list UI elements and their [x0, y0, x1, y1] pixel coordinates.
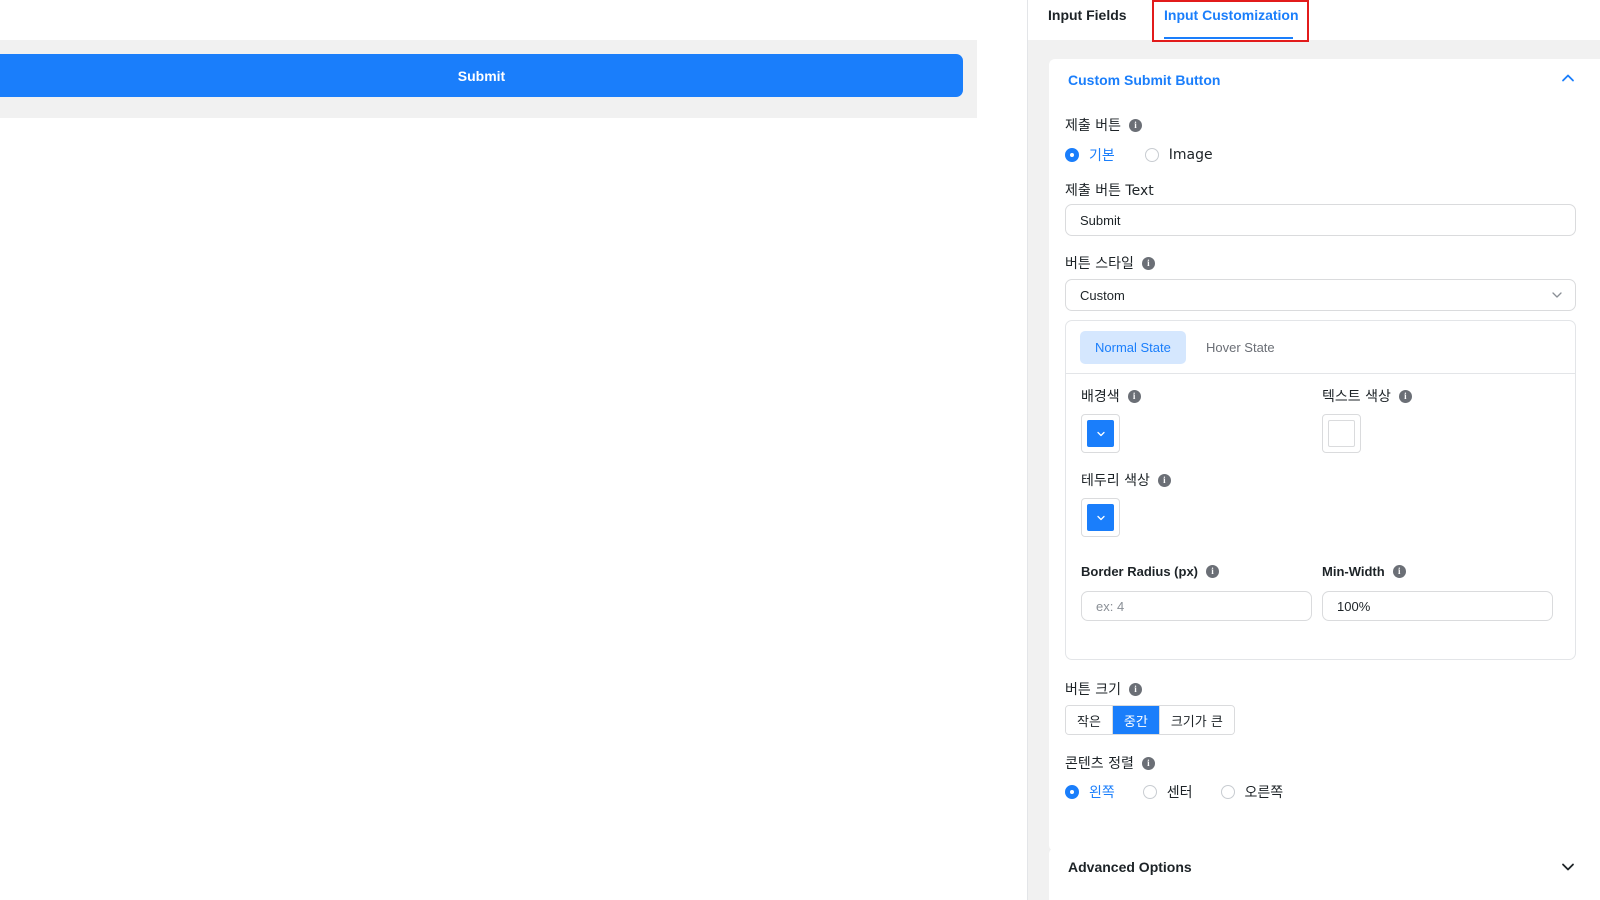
radio-default-label: 기본	[1089, 148, 1115, 164]
submit-button-label-text: 제출 버튼	[1065, 118, 1121, 134]
tab-highlight-box	[1152, 0, 1309, 42]
advanced-options-title[interactable]: Advanced Options	[1068, 859, 1192, 875]
button-style-value: Custom	[1080, 287, 1125, 303]
tab-input-fields[interactable]: Input Fields	[1048, 7, 1127, 23]
button-style-select[interactable]: Custom	[1065, 279, 1576, 311]
info-icon[interactable]: i	[1157, 473, 1171, 487]
radio-align-left-label: 왼쪽	[1089, 785, 1115, 801]
radio-default[interactable]: 기본	[1065, 145, 1115, 165]
bg-color-label-text: 배경색	[1081, 389, 1120, 405]
tab-hover-state[interactable]: Hover State	[1191, 331, 1290, 364]
panel-title[interactable]: Custom Submit Button	[1068, 72, 1220, 88]
size-large-button[interactable]: 크기가 큰	[1159, 706, 1234, 734]
radio-align-right[interactable]: 오른쪽	[1220, 782, 1284, 802]
border-color-label: 테두리 색상 i	[1081, 470, 1171, 490]
button-size-label: 버튼 크기 i	[1065, 679, 1142, 699]
button-size-label-text: 버튼 크기	[1065, 682, 1121, 698]
chevron-up-icon[interactable]	[1560, 70, 1576, 86]
info-icon[interactable]: i	[1128, 682, 1142, 696]
submit-button-label: 제출 버튼 i	[1065, 115, 1142, 135]
alignment-label-text: 콘텐츠 정렬	[1065, 756, 1134, 772]
state-tabs: Normal State Hover State	[1066, 321, 1575, 374]
button-size-group: 작은 중간 크기가 큰	[1065, 705, 1235, 735]
radio-align-center[interactable]: 센터	[1142, 782, 1193, 802]
radio-dot[interactable]	[1142, 785, 1157, 799]
form-preview: Submit	[0, 0, 1027, 900]
size-small-button[interactable]: 작은	[1066, 706, 1113, 734]
border-color-fill	[1087, 504, 1114, 531]
radio-align-left[interactable]: 왼쪽	[1065, 782, 1115, 802]
bg-color-fill	[1087, 420, 1114, 447]
submit-text-label: 제출 버튼 Text	[1065, 180, 1154, 200]
bg-color-picker[interactable]	[1081, 414, 1120, 453]
border-color-picker[interactable]	[1081, 498, 1120, 537]
text-color-fill	[1328, 420, 1355, 447]
tab-normal-state[interactable]: Normal State	[1080, 331, 1186, 364]
info-icon[interactable]: i	[1128, 118, 1142, 132]
custom-submit-button-panel: Custom Submit Button 제출 버튼 i 기본 Image 제출	[1049, 59, 1600, 851]
border-radius-label-text: Border Radius (px)	[1081, 564, 1199, 579]
submit-text-input[interactable]: Submit	[1065, 204, 1576, 236]
text-color-label-text: 텍스트 색상	[1322, 389, 1391, 405]
chevron-down-icon[interactable]	[1560, 859, 1576, 875]
info-icon[interactable]: i	[1398, 389, 1412, 403]
radio-align-right-label: 오른쪽	[1244, 785, 1284, 801]
border-color-label-text: 테두리 색상	[1081, 473, 1150, 489]
radio-dot[interactable]	[1144, 148, 1159, 162]
radio-dot[interactable]	[1065, 785, 1079, 799]
radio-dot[interactable]	[1065, 148, 1079, 162]
submit-button-preview[interactable]: Submit	[0, 54, 963, 97]
bg-color-label: 배경색 i	[1081, 386, 1141, 406]
border-radius-label: Border Radius (px) i	[1081, 564, 1220, 579]
chevron-down-icon	[1096, 431, 1105, 436]
sidebar-tabs: Input Fields Input Customization	[1028, 0, 1600, 42]
alignment-label: 콘텐츠 정렬 i	[1065, 753, 1155, 773]
info-icon[interactable]: i	[1127, 389, 1141, 403]
button-style-label-text: 버튼 스타일	[1065, 256, 1134, 272]
advanced-options-panel[interactable]: Advanced Options	[1049, 848, 1600, 900]
alignment-group: 왼쪽 센터 오른쪽	[1065, 782, 1283, 802]
settings-sidebar: Input Fields Input Customization Custom …	[1027, 0, 1600, 900]
min-width-label-text: Min-Width	[1322, 564, 1385, 579]
size-medium-button[interactable]: 중간	[1112, 706, 1160, 734]
text-color-label: 텍스트 색상 i	[1322, 386, 1412, 406]
info-icon[interactable]: i	[1141, 256, 1155, 270]
submit-text-label-text: 제출 버튼 Text	[1065, 183, 1154, 199]
radio-dot[interactable]	[1220, 785, 1235, 799]
info-icon[interactable]: i	[1392, 565, 1406, 578]
button-state-box: Normal State Hover State 배경색 i 텍스트 색상 i	[1065, 320, 1576, 660]
chevron-down-icon	[1096, 515, 1105, 520]
radio-align-center-label: 센터	[1166, 785, 1193, 801]
page: Submit Input Fields Input Customization …	[0, 0, 1600, 900]
button-style-label: 버튼 스타일 i	[1065, 253, 1155, 273]
radio-image-label: Image	[1168, 147, 1213, 163]
submit-button-type-group: 기본 Image	[1065, 145, 1213, 165]
info-icon[interactable]: i	[1206, 565, 1220, 578]
border-radius-input[interactable]: ex: 4	[1081, 591, 1312, 621]
min-width-label: Min-Width i	[1322, 564, 1406, 579]
radio-image[interactable]: Image	[1144, 147, 1213, 163]
min-width-input[interactable]: 100%	[1322, 591, 1553, 621]
text-color-picker[interactable]	[1322, 414, 1361, 453]
info-icon[interactable]: i	[1141, 756, 1155, 770]
chevron-down-icon	[1552, 292, 1562, 298]
